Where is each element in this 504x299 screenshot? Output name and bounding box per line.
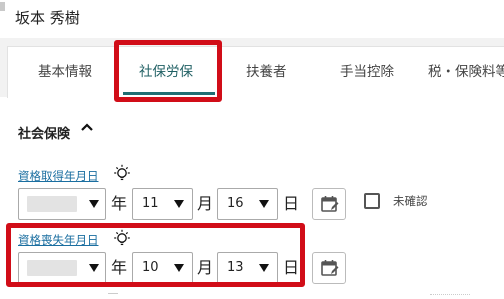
acquisition-date-label[interactable]: 資格取得年月日 bbox=[18, 168, 99, 184]
tab-allowances-deductions[interactable]: 手当控除 bbox=[340, 47, 394, 98]
chevron-up-icon[interactable] bbox=[80, 120, 94, 134]
lightbulb-icon[interactable] bbox=[113, 229, 131, 247]
day-unit: 日 bbox=[283, 258, 300, 277]
year-unit: 年 bbox=[111, 194, 128, 213]
active-tab-indicator bbox=[123, 92, 215, 95]
lightbulb-icon[interactable] bbox=[113, 164, 131, 182]
dropdown-arrow-icon bbox=[89, 200, 99, 208]
dropdown-arrow-icon bbox=[259, 264, 269, 272]
unconfirmed-checkbox[interactable] bbox=[364, 193, 380, 209]
day-unit: 日 bbox=[283, 194, 300, 213]
acquisition-day-select[interactable]: 16 bbox=[217, 188, 278, 220]
day-value: 16 bbox=[227, 196, 244, 211]
month-value: 11 bbox=[142, 196, 159, 211]
loss-day-select[interactable]: 13 bbox=[217, 252, 278, 284]
year-value bbox=[27, 196, 77, 212]
tab-social-labor-insurance[interactable]: 社保労保 bbox=[139, 47, 193, 98]
loss-date-label[interactable]: 資格喪失年月日 bbox=[18, 232, 99, 248]
month-unit: 月 bbox=[197, 194, 214, 213]
employee-name: 坂本 秀樹 bbox=[15, 9, 80, 27]
cutoff-content bbox=[430, 294, 470, 299]
cutoff-icon bbox=[108, 293, 118, 299]
calendar-edit-icon bbox=[321, 260, 339, 276]
dropdown-arrow-icon bbox=[174, 264, 184, 272]
day-value: 13 bbox=[227, 260, 244, 275]
month-unit: 月 bbox=[197, 258, 214, 277]
acquisition-year-select[interactable] bbox=[18, 188, 106, 220]
acquisition-month-select[interactable]: 11 bbox=[132, 188, 193, 220]
loss-month-select[interactable]: 10 bbox=[132, 252, 193, 284]
acquisition-calendar-button[interactable] bbox=[312, 188, 346, 220]
back-indicator[interactable] bbox=[0, 2, 5, 11]
unconfirmed-label: 未確認 bbox=[393, 194, 428, 208]
month-value: 10 bbox=[142, 260, 159, 275]
tab-basic-info[interactable]: 基本情報 bbox=[38, 47, 92, 98]
tab-bar: 基本情報 社保労保 扶養者 手当控除 税・保険料等 bbox=[7, 46, 504, 98]
calendar-edit-icon bbox=[321, 196, 339, 212]
dropdown-arrow-icon bbox=[174, 200, 184, 208]
year-unit: 年 bbox=[111, 258, 128, 277]
loss-calendar-button[interactable] bbox=[312, 252, 346, 284]
section-title: 社会保険 bbox=[18, 127, 71, 142]
year-value bbox=[27, 260, 77, 276]
dropdown-arrow-icon bbox=[89, 264, 99, 272]
loss-year-select[interactable] bbox=[18, 252, 106, 284]
dropdown-arrow-icon bbox=[259, 200, 269, 208]
tab-dependents[interactable]: 扶養者 bbox=[246, 47, 287, 98]
tab-tax-insurance[interactable]: 税・保険料等 bbox=[428, 47, 504, 98]
